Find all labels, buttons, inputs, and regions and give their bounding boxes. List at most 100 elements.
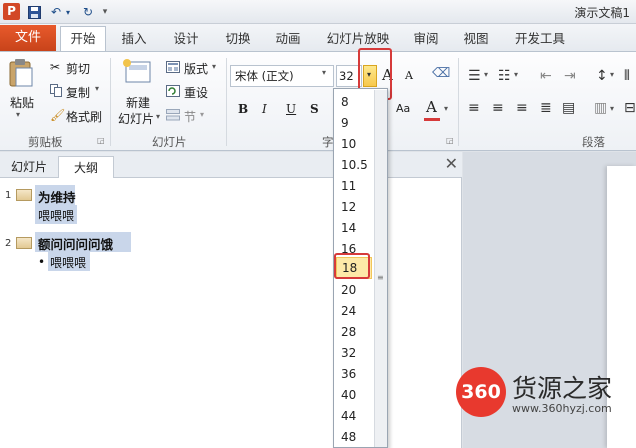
ribbon: 粘贴 ▾ ✂ 剪切 复制 ▾ 🖌 格式刷 剪贴板 ◲ 新建 幻灯片 ▾ 版式 ▾…: [0, 51, 636, 151]
font-size-option[interactable]: 9: [336, 113, 372, 133]
font-size-option[interactable]: 44: [336, 406, 372, 426]
tab-file[interactable]: 文件: [0, 25, 56, 51]
section-dropdown-icon[interactable]: ▾: [200, 110, 204, 119]
new-slide-dropdown-icon[interactable]: ▾: [156, 112, 160, 121]
bullet-icon: •: [38, 255, 46, 269]
watermark-logo: 360: [456, 367, 506, 417]
font-size-option[interactable]: 10: [336, 134, 372, 154]
tab-review[interactable]: 审阅: [404, 27, 448, 51]
font-color-button[interactable]: A: [426, 98, 437, 116]
font-color-dropdown-icon[interactable]: ▾: [444, 104, 448, 113]
new-slide-label-1[interactable]: 新建: [126, 94, 150, 111]
line-spacing-icon[interactable]: ↕: [596, 68, 608, 84]
align-left-icon[interactable]: ≡: [468, 100, 480, 116]
font-name-combobox[interactable]: 宋体 (正文): [230, 65, 334, 87]
copy-dropdown-icon[interactable]: ▾: [95, 84, 99, 93]
scroll-grip-icon[interactable]: ≡: [377, 273, 384, 282]
change-case-button[interactable]: Aa: [396, 102, 410, 115]
text-direction-icon[interactable]: ⫴: [624, 68, 630, 84]
font-launcher-icon[interactable]: ◲: [446, 136, 454, 145]
font-size-option[interactable]: 10.5: [336, 155, 372, 175]
clipboard-launcher-icon[interactable]: ◲: [97, 136, 105, 145]
section-icon[interactable]: [166, 109, 180, 124]
watermark-name: 货源之家: [512, 374, 613, 403]
slide-icon[interactable]: [16, 189, 32, 201]
font-size-option[interactable]: 11: [336, 176, 372, 196]
italic-button[interactable]: I: [262, 102, 267, 116]
font-size-option[interactable]: 32: [336, 343, 372, 363]
new-slide-icon[interactable]: [122, 58, 152, 87]
bold-button[interactable]: B: [238, 102, 248, 116]
font-size-option[interactable]: 12: [336, 197, 372, 217]
redo-icon[interactable]: ↻: [80, 4, 96, 20]
new-slide-label-2[interactable]: 幻灯片: [118, 110, 154, 127]
tab-view[interactable]: 视图: [454, 27, 498, 51]
font-size-option[interactable]: 24: [336, 301, 372, 321]
layout-icon[interactable]: [166, 61, 180, 76]
copy-icon[interactable]: [50, 84, 62, 100]
columns-dropdown-icon[interactable]: ▾: [610, 104, 614, 113]
format-painter-icon[interactable]: 🖌: [50, 108, 65, 122]
outline-body-text[interactable]: 喂喂喂: [50, 254, 86, 271]
tab-slides[interactable]: 幻灯片: [4, 156, 54, 178]
reset-icon[interactable]: [166, 85, 180, 100]
distributed-icon[interactable]: ▤: [562, 100, 575, 116]
font-size-option[interactable]: 40: [336, 385, 372, 405]
outline-body-text[interactable]: 喂喂喂: [38, 207, 74, 224]
decrease-indent-icon[interactable]: ⇤: [540, 68, 552, 84]
tab-transitions[interactable]: 切换: [216, 27, 260, 51]
clear-formatting-icon[interactable]: ⌫: [432, 66, 450, 81]
scissors-icon[interactable]: ✂: [50, 60, 60, 74]
line-spacing-dropdown-icon[interactable]: ▾: [610, 70, 614, 79]
tab-design[interactable]: 设计: [164, 27, 208, 51]
slides-group-label: 幻灯片: [152, 135, 187, 149]
justify-icon[interactable]: ≣: [540, 100, 552, 116]
slide-number: 2: [5, 238, 12, 249]
save-icon[interactable]: [26, 4, 42, 20]
font-name-dropdown-icon[interactable]: ▾: [322, 68, 326, 77]
underline-button[interactable]: U: [286, 102, 296, 116]
bullets-dropdown-icon[interactable]: ▾: [484, 70, 488, 79]
format-painter-button[interactable]: 格式刷: [66, 108, 102, 125]
tab-outline[interactable]: 大纲: [58, 156, 114, 178]
shrink-font-icon[interactable]: A: [405, 69, 413, 82]
paste-icon[interactable]: [8, 58, 34, 91]
font-size-option[interactable]: 28: [336, 322, 372, 342]
bullets-icon[interactable]: ☰: [468, 68, 481, 84]
align-center-icon[interactable]: ≡: [492, 100, 504, 116]
powerpoint-app-icon[interactable]: P: [3, 3, 20, 20]
font-size-option[interactable]: 8: [336, 92, 372, 112]
font-size-option[interactable]: 20: [336, 280, 372, 300]
paste-button[interactable]: 粘贴: [10, 94, 34, 111]
outline-slide-title[interactable]: 额问问问问饿: [38, 234, 113, 253]
close-pane-icon[interactable]: ✕: [445, 154, 458, 173]
tab-home[interactable]: 开始: [60, 26, 106, 52]
columns-icon[interactable]: ▥: [594, 100, 607, 116]
align-text-icon[interactable]: ⊟: [624, 100, 636, 116]
increase-indent-icon[interactable]: ⇥: [564, 68, 576, 84]
ribbon-tabs: 文件 开始 插入 设计 切换 动画 幻灯片放映 审阅 视图 开发工具: [0, 24, 636, 52]
paste-dropdown-icon[interactable]: ▾: [16, 110, 20, 119]
dropdown-scrollbar[interactable]: ≡: [374, 90, 387, 447]
shadow-button[interactable]: S: [310, 102, 319, 116]
slide-icon[interactable]: [16, 237, 32, 249]
numbering-icon[interactable]: ☷: [498, 68, 511, 84]
undo-dropdown-icon[interactable]: ▾: [63, 4, 73, 20]
cut-button[interactable]: 剪切: [66, 60, 90, 77]
numbering-dropdown-icon[interactable]: ▾: [514, 70, 518, 79]
reset-button[interactable]: 重设: [184, 84, 208, 101]
outline-slide-title[interactable]: 为维持: [38, 187, 76, 206]
undo-icon[interactable]: ↶: [48, 4, 64, 20]
tab-animations[interactable]: 动画: [266, 27, 310, 51]
layout-dropdown-icon[interactable]: ▾: [212, 62, 216, 71]
layout-button[interactable]: 版式: [184, 60, 208, 77]
section-button[interactable]: 节: [184, 108, 196, 125]
copy-button[interactable]: 复制: [66, 84, 90, 101]
customize-qat-icon[interactable]: ▾: [100, 4, 110, 20]
font-size-option[interactable]: 48: [336, 427, 372, 447]
font-size-option[interactable]: 36: [336, 364, 372, 384]
tab-developer[interactable]: 开发工具: [506, 27, 574, 51]
font-size-option[interactable]: 14: [336, 218, 372, 238]
tab-insert[interactable]: 插入: [112, 27, 156, 51]
align-right-icon[interactable]: ≡: [516, 100, 528, 116]
